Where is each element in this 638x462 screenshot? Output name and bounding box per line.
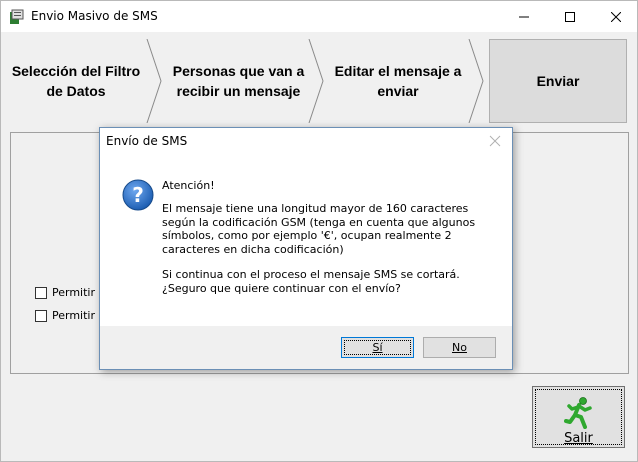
no-button-label: No: [452, 341, 467, 354]
app-icon: [10, 9, 24, 24]
close-button[interactable]: [593, 1, 637, 32]
step-recipients-line1: Personas que van a: [172, 63, 305, 79]
dialog-close-icon[interactable]: [488, 134, 502, 148]
svg-text:?: ?: [132, 183, 144, 207]
step-edit-message[interactable]: Editar el mensaje a enviar: [323, 39, 473, 123]
step-edit-line1: Editar el mensaje a: [334, 63, 462, 79]
step-filter[interactable]: Selección del Filtro de Datos: [1, 39, 151, 123]
dialog-heading: Atención!: [162, 179, 215, 192]
step-filter-line2: de Datos: [46, 83, 106, 99]
dialog-footer: Sí No: [100, 326, 512, 369]
step-edit-line2: enviar: [377, 83, 419, 99]
checkbox-2[interactable]: [35, 310, 47, 322]
maximize-icon: [565, 11, 575, 22]
exit-button-label: Salir: [564, 431, 593, 446]
checkbox-1[interactable]: [35, 287, 47, 299]
yes-button[interactable]: Sí: [341, 337, 414, 358]
close-icon: [611, 11, 621, 22]
yes-button-label: Sí: [372, 341, 383, 354]
no-button[interactable]: No: [423, 337, 496, 358]
step-send-label: Enviar: [536, 73, 580, 89]
window-title: Envio Masivo de SMS: [31, 9, 158, 23]
wizard-steps: Selección del Filtro de Datos Personas qu…: [1, 39, 637, 123]
exit-button[interactable]: Salir: [532, 386, 625, 448]
title-bar[interactable]: Envio Masivo de SMS: [1, 1, 637, 32]
step-separator: [468, 39, 484, 123]
dialog-message-1: El mensaje tiene una longitud mayor de 1…: [162, 202, 476, 256]
step-send[interactable]: Enviar: [489, 39, 627, 123]
sms-dialog: Envío de SMS ? Atención! El mensaje tien…: [99, 127, 513, 370]
minimize-icon: [519, 16, 529, 17]
minimize-button[interactable]: [501, 1, 547, 32]
dialog-message-2: Si continua con el proceso el mensaje SM…: [162, 268, 460, 295]
step-recipients[interactable]: Personas que van a recibir un mensaje: [161, 39, 316, 123]
maximize-button[interactable]: [547, 1, 593, 32]
main-window: Envio Masivo de SMS Selección del Filtro…: [0, 0, 638, 462]
dialog-title: Envío de SMS: [106, 134, 188, 148]
running-man-icon: [564, 397, 592, 429]
question-icon: ?: [122, 179, 154, 211]
step-recipients-line2: recibir un mensaje: [176, 83, 301, 99]
step-filter-line1: Selección del Filtro: [11, 63, 141, 79]
